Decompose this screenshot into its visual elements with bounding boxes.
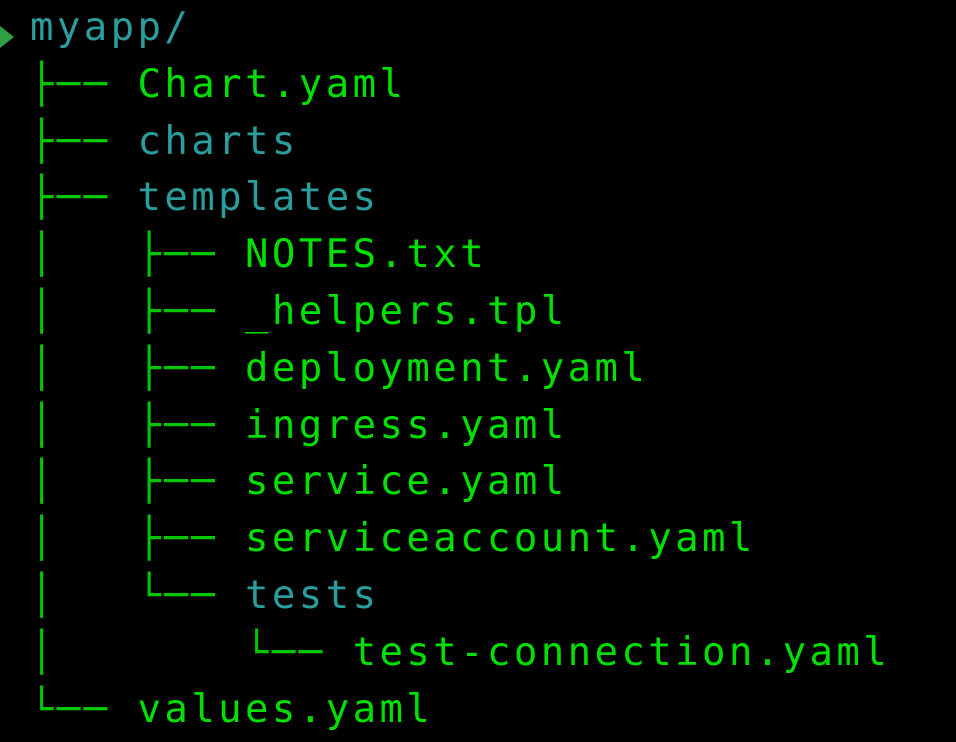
tree-item-charts[interactable]: charts	[138, 119, 299, 164]
tree-line: │ ├── ingress.yaml	[30, 398, 890, 455]
tree-branch: │ ├──	[30, 288, 246, 334]
tree-item-serviceaccount-yaml[interactable]: serviceaccount.yaml	[245, 516, 756, 561]
tree-item-myapp[interactable]: myapp/	[30, 5, 191, 50]
tree-item-notes-txt[interactable]: NOTES.txt	[245, 232, 487, 277]
tree-line: └── values.yaml	[30, 682, 890, 739]
tree-root-line: myapp/	[30, 0, 890, 57]
tree-item-values-yaml[interactable]: values.yaml	[138, 687, 434, 732]
tree-branch: ├──	[30, 118, 138, 164]
tree-line: │ └── test-connection.yaml	[30, 625, 890, 682]
tree-line: │ ├── NOTES.txt	[30, 227, 890, 284]
tree-line: │ └── tests	[30, 568, 890, 625]
tree-branch: │ ├──	[30, 516, 246, 562]
tree-item-service-yaml[interactable]: service.yaml	[245, 459, 568, 504]
directory-tree: myapp/├── Chart.yaml ├── charts ├── templa…	[30, 0, 890, 738]
tree-item-chart-yaml[interactable]: Chart.yaml	[138, 62, 407, 107]
tree-branch: │ └──	[30, 629, 353, 675]
tree-item-deployment-yaml[interactable]: deployment.yaml	[245, 346, 648, 391]
tree-item-test-connection-yaml[interactable]: test-connection.yaml	[353, 630, 891, 675]
tree-item-templates[interactable]: templates	[138, 175, 380, 220]
tree-branch: ├──	[30, 61, 138, 107]
tree-line: │ ├── service.yaml	[30, 454, 890, 511]
tree-branch: │ ├──	[30, 232, 246, 278]
tree-line: ├── Chart.yaml	[30, 57, 890, 114]
tree-line: ├── charts	[30, 114, 890, 171]
tree-line: │ ├── _helpers.tpl	[30, 284, 890, 341]
tree-branch: │ ├──	[30, 402, 246, 448]
tree-line: ├── templates	[30, 170, 890, 227]
tree-branch: ├──	[30, 175, 138, 221]
tree-branch: └──	[30, 686, 138, 732]
tree-item-tests[interactable]: tests	[245, 573, 379, 618]
tree-branch: │ ├──	[30, 459, 246, 505]
tree-line: │ ├── deployment.yaml	[30, 341, 890, 398]
terminal-window: myapp/├── Chart.yaml ├── charts ├── templa…	[0, 0, 956, 742]
tree-line: │ ├── serviceaccount.yaml	[30, 511, 890, 568]
tree-item-helpers-tpl[interactable]: _helpers.tpl	[245, 289, 568, 334]
tree-branch: │ ├──	[30, 345, 246, 391]
tree-item-ingress-yaml[interactable]: ingress.yaml	[245, 403, 568, 448]
tree-branch: │ └──	[30, 572, 246, 618]
cursor-marker-icon	[0, 26, 14, 48]
